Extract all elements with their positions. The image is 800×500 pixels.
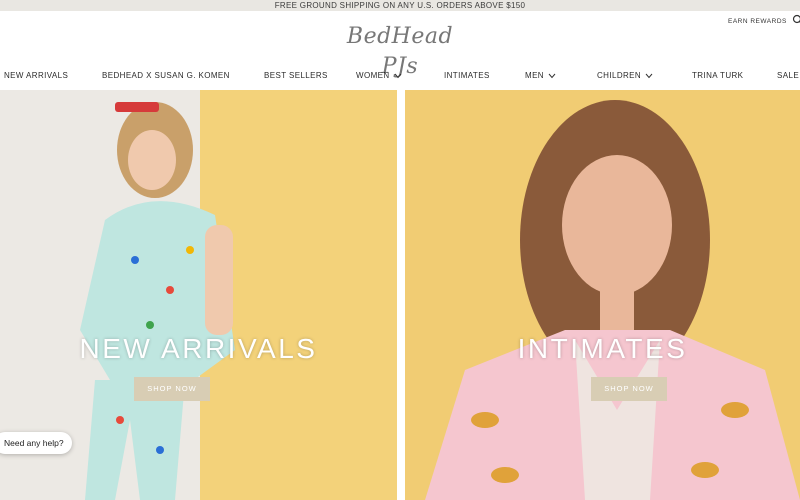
chevron-down-icon bbox=[645, 73, 653, 79]
chat-help-button[interactable]: Need any help? bbox=[0, 432, 72, 454]
hero-title: INTIMATES bbox=[517, 333, 688, 364]
nav-item-men[interactable]: MEN bbox=[525, 68, 556, 84]
nav-item-intimates[interactable]: INTIMATES bbox=[444, 68, 490, 84]
nav-item-bedhead-komen[interactable]: BEDHEAD X SUSAN G. KOMEN bbox=[102, 68, 230, 84]
chat-help-label: Need any help? bbox=[4, 438, 64, 448]
brand-logo[interactable]: BedHead PJs bbox=[330, 22, 470, 79]
nav-item-sale[interactable]: SALE bbox=[777, 68, 799, 84]
shop-now-button[interactable]: SHOP NOW bbox=[591, 377, 667, 401]
nav-item-trina-turk[interactable]: TRINA TURK bbox=[692, 68, 743, 84]
chevron-down-icon bbox=[548, 73, 556, 79]
nav-item-best-sellers[interactable]: BEST SELLERS bbox=[264, 68, 328, 84]
promo-text: FREE GROUND SHIPPING ON ANY U.S. ORDERS … bbox=[274, 1, 526, 10]
chevron-down-icon bbox=[394, 73, 401, 79]
nav-item-children[interactable]: CHILDREN bbox=[597, 68, 653, 84]
hero-model-image bbox=[425, 100, 800, 500]
hero-intimates[interactable]: INTIMATES SHOP NOW bbox=[405, 90, 800, 500]
main-navigation: NEW ARRIVALS BEDHEAD X SUSAN G. KOMEN BE… bbox=[0, 68, 800, 84]
promo-bar: FREE GROUND SHIPPING ON ANY U.S. ORDERS … bbox=[0, 0, 800, 11]
shop-now-button[interactable]: SHOP NOW bbox=[134, 377, 210, 401]
nav-item-new-arrivals[interactable]: NEW ARRIVALS bbox=[4, 68, 68, 84]
nav-item-women[interactable]: WOMEN bbox=[356, 68, 402, 84]
hero-title: NEW ARRIVALS bbox=[79, 333, 318, 364]
earn-rewards-link[interactable]: EARN REWARDS bbox=[728, 18, 787, 25]
search-icon[interactable] bbox=[792, 14, 800, 26]
